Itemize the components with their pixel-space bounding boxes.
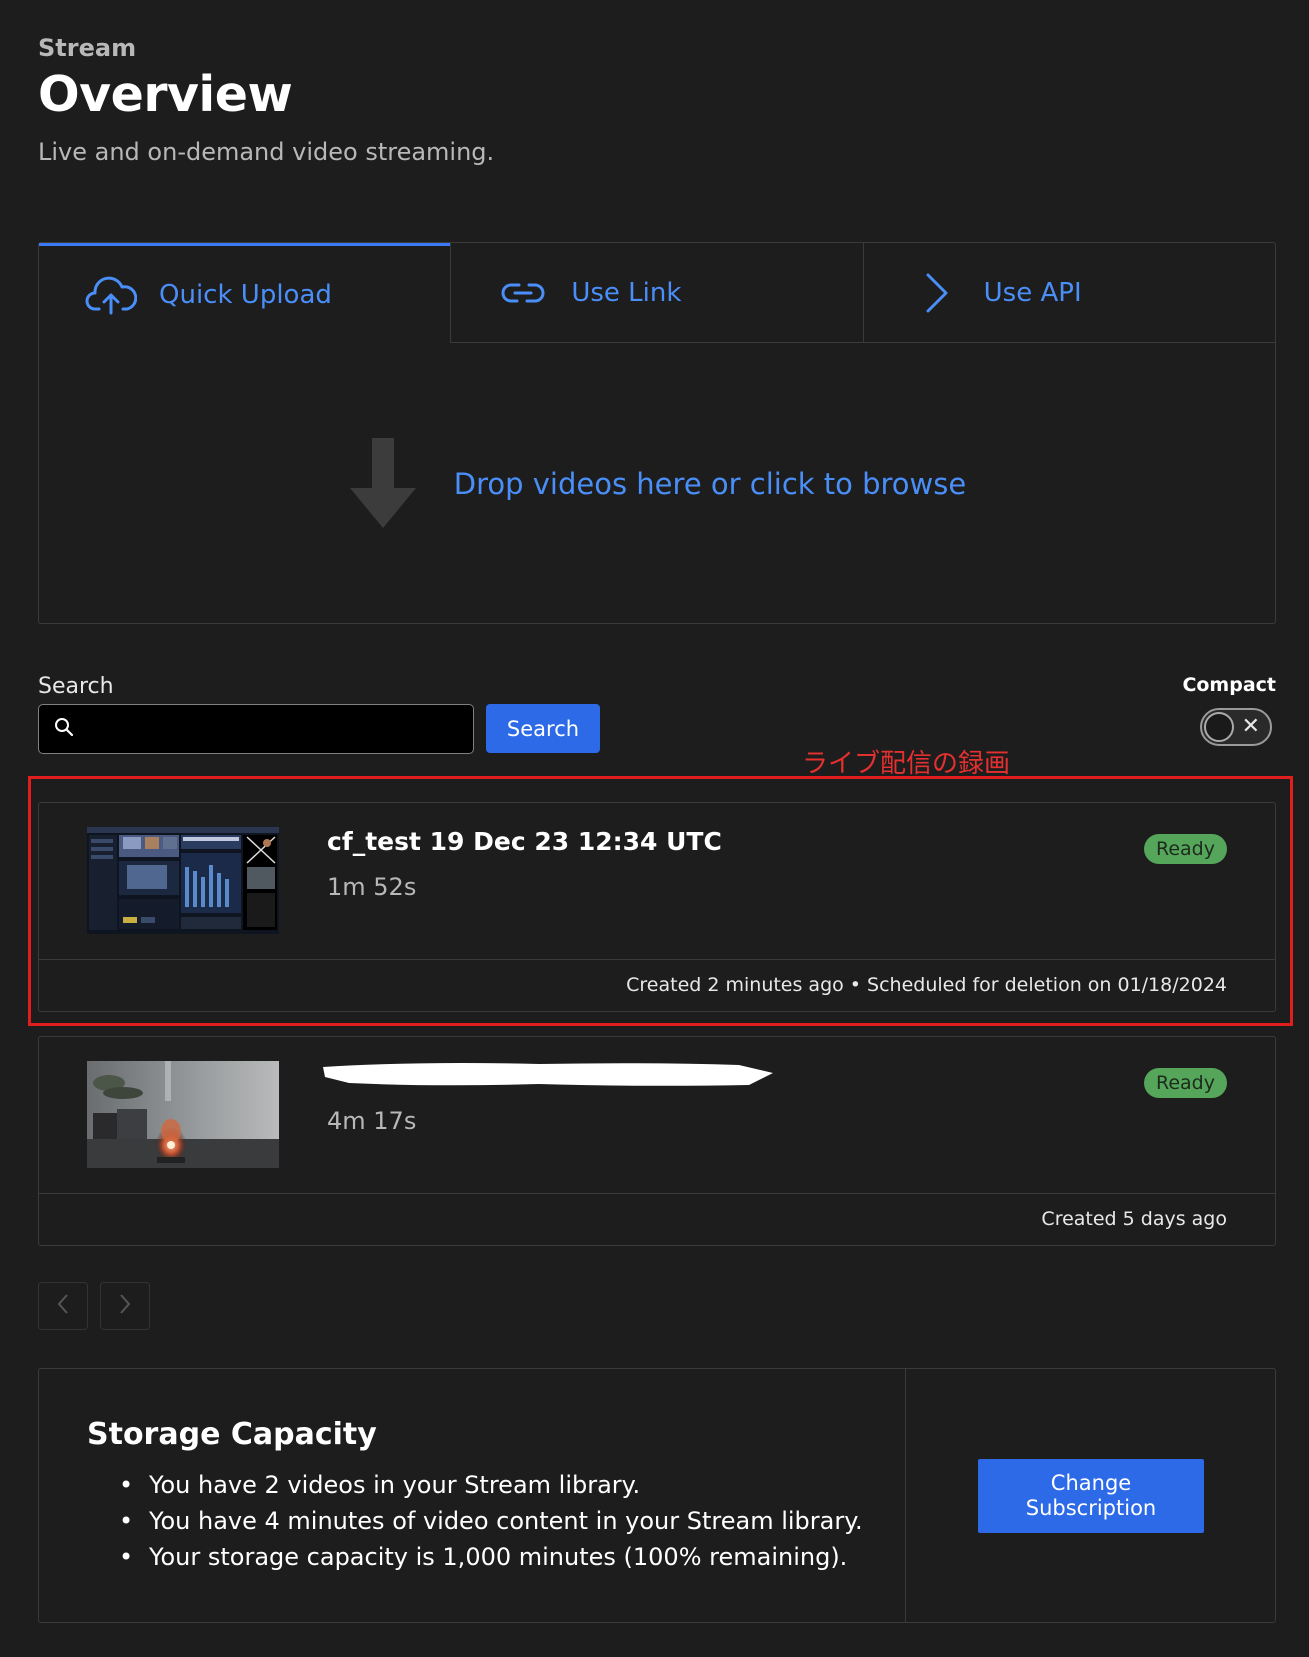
upload-tabs: Quick Upload Use Link Use API <box>39 243 1275 343</box>
video-card[interactable]: 4m 17s Ready Created 5 days ago <box>38 1036 1276 1246</box>
video-thumbnail[interactable] <box>87 1061 279 1168</box>
search-label: Search <box>38 674 114 699</box>
compact-label: Compact <box>1182 674 1276 696</box>
video-card[interactable]: cf_test 19 Dec 23 12:34 UTC 1m 52s Ready… <box>38 802 1276 1012</box>
video-duration: 1m 52s <box>327 873 417 901</box>
down-arrow-icon <box>348 438 418 530</box>
change-subscription-button[interactable]: Change Subscription <box>978 1459 1204 1533</box>
toggle-knob <box>1204 712 1234 742</box>
video-meta: Created 5 days ago <box>39 1193 1275 1245</box>
close-icon: ✕ <box>1241 714 1260 739</box>
divider <box>905 1369 906 1622</box>
video-thumbnail[interactable] <box>87 827 279 934</box>
status-badge: Ready <box>1144 1068 1227 1098</box>
status-badge: Ready <box>1144 834 1227 864</box>
video-duration: 4m 17s <box>327 1107 417 1135</box>
redacted-title <box>319 1059 779 1089</box>
stream-overview-page: Stream Overview Live and on-demand video… <box>0 0 1309 1657</box>
search-box <box>38 704 474 754</box>
video-title[interactable]: cf_test 19 Dec 23 12:34 UTC <box>327 827 722 856</box>
tab-label: Use Link <box>571 277 682 308</box>
next-page-button[interactable] <box>100 1282 150 1330</box>
tab-label: Quick Upload <box>159 279 332 310</box>
annotation-label: ライブ配信の録画 <box>802 749 1011 779</box>
page-title: Overview <box>38 66 293 123</box>
video-meta: Created 2 minutes ago • Scheduled for de… <box>39 959 1275 1011</box>
tab-use-api[interactable]: Use API <box>862 243 1275 343</box>
chevron-right-icon <box>910 273 962 313</box>
tab-quick-upload[interactable]: Quick Upload <box>39 243 451 343</box>
storage-title: Storage Capacity <box>87 1417 377 1452</box>
chevron-right-icon <box>118 1293 132 1319</box>
breadcrumb[interactable]: Stream <box>38 34 136 62</box>
tab-label: Use API <box>983 277 1082 308</box>
list-item: Your storage capacity is 1,000 minutes (… <box>119 1539 863 1575</box>
dropzone-text: Drop videos here or click to browse <box>453 467 967 501</box>
list-item: You have 2 videos in your Stream library… <box>119 1467 863 1503</box>
search-icon <box>53 716 75 742</box>
upload-panel: Quick Upload Use Link Use API Drop video… <box>38 242 1276 624</box>
compact-toggle[interactable]: ✕ <box>1200 708 1272 746</box>
video-dropzone[interactable]: Drop videos here or click to browse <box>39 343 1275 625</box>
tab-use-link[interactable]: Use Link <box>450 243 863 343</box>
chevron-left-icon <box>56 1293 70 1319</box>
storage-details-list: You have 2 videos in your Stream library… <box>119 1467 863 1575</box>
list-item: You have 4 minutes of video content in y… <box>119 1503 863 1539</box>
search-input[interactable] <box>85 709 465 749</box>
cloud-upload-icon <box>85 275 137 315</box>
previous-page-button[interactable] <box>38 1282 88 1330</box>
page-subtitle: Live and on-demand video streaming. <box>38 138 495 166</box>
search-button[interactable]: Search <box>486 704 600 753</box>
link-icon <box>497 273 549 313</box>
storage-capacity-panel: Storage Capacity You have 2 videos in yo… <box>38 1368 1276 1623</box>
